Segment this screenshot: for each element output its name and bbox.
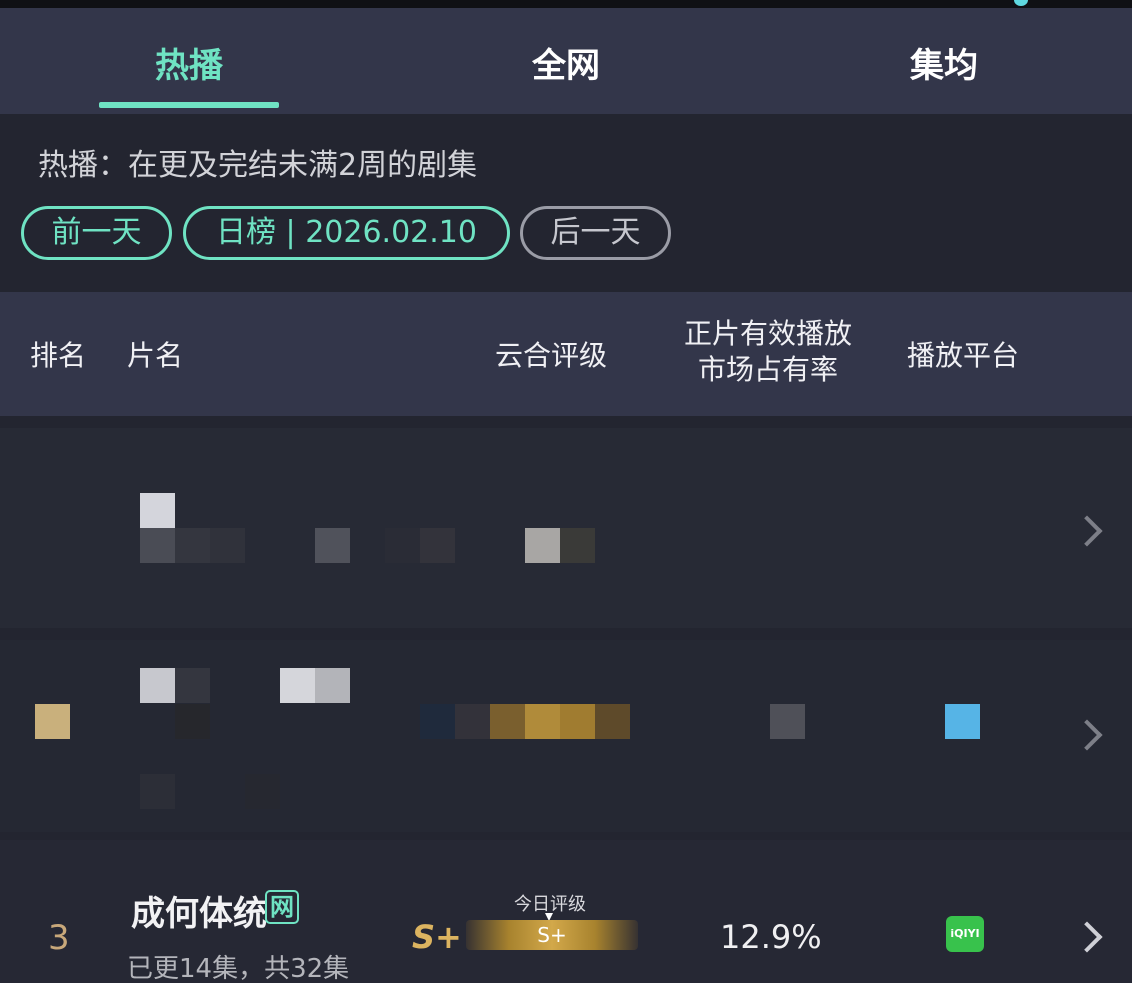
web-drama-tag: 网 (265, 890, 299, 924)
table-row[interactable] (0, 640, 1132, 832)
ranking-page: 热播 全网 集均 热播：在更及完结未满2周的剧集 前一天 日榜 | 2026.0… (0, 0, 1132, 983)
pixelation-block (945, 704, 980, 739)
table-row[interactable]: 3 成何体统 网 已更14集，共32集 S+ 今日评级 S+ 12.9% iQI… (0, 840, 1132, 983)
pixelation-block (280, 668, 315, 703)
tab-all-network[interactable]: 全网 (476, 38, 656, 86)
pixelation-block (175, 704, 210, 739)
pixelation-block (385, 528, 420, 563)
pixelation-block (315, 528, 350, 563)
info-section: 热播：在更及完结未满2周的剧集 前一天 日榜 | 2026.02.10 后一天 (0, 114, 1132, 292)
next-day-button[interactable]: 后一天 (520, 206, 671, 260)
header-market-share: 正片有效播放 市场占有率 (670, 316, 866, 388)
episode-status: 已更14集，共32集 (127, 954, 350, 983)
chevron-right-icon[interactable] (1071, 719, 1103, 751)
tab-bar: 热播 全网 集均 (0, 8, 1132, 114)
hot-description: 热播：在更及完结未满2周的剧集 (38, 148, 478, 183)
rank-number: 3 (48, 918, 70, 958)
pixelation-block (140, 528, 175, 563)
header-rating: 云合评级 (495, 339, 608, 372)
pixelation-block (420, 704, 455, 739)
pixelation-block (140, 493, 175, 528)
pixelation-block (770, 704, 805, 739)
date-selector[interactable]: 日榜 | 2026.02.10 (183, 206, 510, 260)
grade-label: S+ (412, 918, 462, 956)
grade-bar: S+ (466, 920, 638, 950)
pixelation-block (315, 668, 350, 703)
pixelation-block (490, 704, 525, 739)
active-tab-indicator (99, 102, 279, 108)
chevron-right-icon[interactable] (1071, 515, 1103, 547)
market-share-value: 12.9% (720, 918, 822, 956)
pixelation-block (525, 704, 560, 739)
table-row[interactable] (0, 428, 1132, 628)
header-market-share-line1: 正片有效播放 (683, 317, 852, 350)
pixelation-block (525, 528, 560, 563)
tab-per-episode[interactable]: 集均 (854, 38, 1034, 86)
header-market-share-line2: 市场占有率 (697, 353, 838, 386)
pixelation-block (140, 668, 175, 703)
pixelation-block (35, 704, 70, 739)
header-title: 片名 (127, 339, 184, 372)
tab-hot[interactable]: 热播 (99, 38, 279, 86)
grade-bar-text: S+ (537, 923, 567, 947)
pixelation-block (210, 528, 245, 563)
header-rank: 排名 (30, 339, 87, 372)
chevron-right-icon[interactable] (1071, 921, 1103, 953)
top-strip (0, 0, 1132, 8)
pixelation-block (245, 774, 280, 809)
pixelation-block (595, 704, 630, 739)
pixelation-block (175, 668, 210, 703)
header-platform: 播放平台 (907, 339, 1020, 372)
pixelation-block (420, 528, 455, 563)
show-title[interactable]: 成何体统 (131, 886, 267, 935)
pixelation-block (560, 704, 595, 739)
prev-day-button[interactable]: 前一天 (21, 206, 172, 260)
pixelation-block (175, 528, 210, 563)
pixelation-block (560, 528, 595, 563)
pixelation-block (140, 774, 175, 809)
iqiyi-logo-icon: iQIYI (946, 916, 984, 952)
table-header: 排名 片名 云合评级 正片有效播放 市场占有率 播放平台 (0, 292, 1132, 416)
pixelation-block (455, 704, 490, 739)
